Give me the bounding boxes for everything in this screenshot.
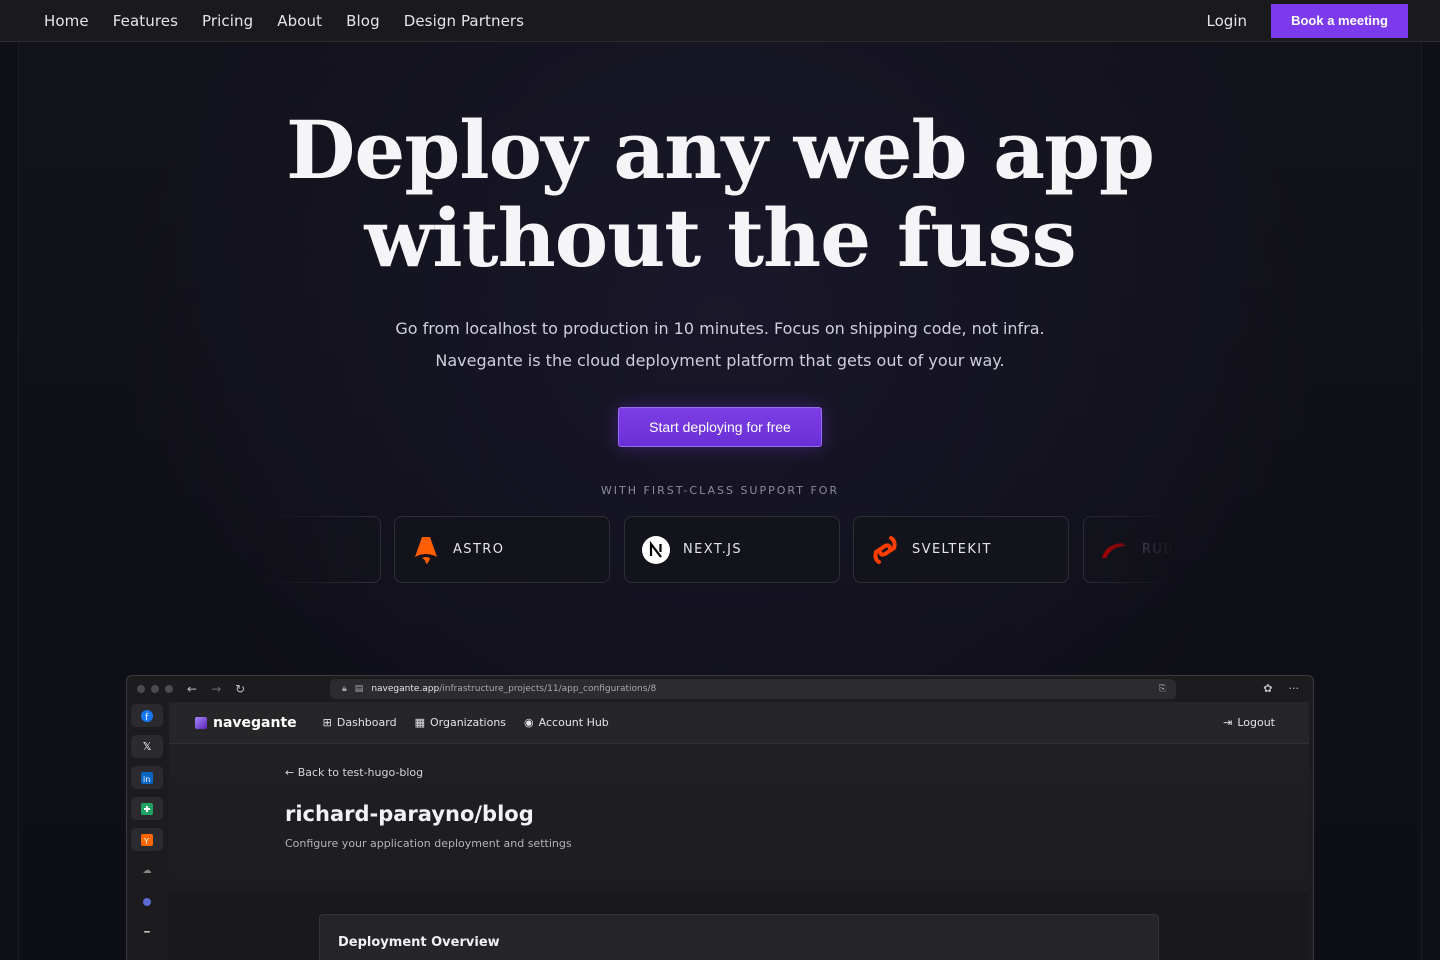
- browser-sidebar: f 𝕏 in Y ☁ ━: [127, 702, 167, 960]
- nav-features-link[interactable]: Features: [113, 12, 178, 30]
- start-deploying-button[interactable]: Start deploying for free: [618, 407, 822, 447]
- extensions-icon[interactable]: ✿: [1263, 682, 1272, 695]
- more-menu-icon[interactable]: ···: [1289, 682, 1300, 695]
- app-organizations-label: Organizations: [429, 716, 507, 729]
- hero-title-line-1: Deploy any web app: [286, 103, 1155, 197]
- nav-actions: Login Book a meeting: [1207, 3, 1408, 38]
- nav-home-link[interactable]: Home: [44, 12, 89, 30]
- app-dashboard-label: Dashboard: [336, 716, 397, 729]
- app-logout-link[interactable]: ⇥ Logout: [1223, 716, 1275, 729]
- browser-toolbar: ← → ↻ 🔒︎ ▤ navegante.app/infrastructure_…: [127, 676, 1313, 702]
- window-close-dot[interactable]: [137, 685, 145, 693]
- site-settings-icon: ▤: [354, 684, 364, 694]
- app-account-hub-link[interactable]: ◉ Account Hub: [524, 716, 609, 729]
- hero-title: Deploy any web app without the fuss: [0, 106, 1440, 282]
- nav-pricing-link[interactable]: Pricing: [202, 12, 253, 30]
- x-icon[interactable]: 𝕏: [131, 735, 163, 758]
- reload-icon[interactable]: ↻: [235, 682, 245, 696]
- login-link[interactable]: Login: [1207, 12, 1247, 30]
- app-logout-label: Logout: [1237, 716, 1275, 729]
- framework-card-astro[interactable]: ASTRO: [394, 516, 610, 583]
- framework-card-sveltekit[interactable]: SVELTEKIT: [853, 516, 1069, 583]
- framework-card-label: SVELTEKIT: [912, 542, 992, 557]
- framework-card-ruby[interactable]: RUBY: [1083, 516, 1299, 583]
- framework-card-partial[interactable]: [165, 516, 381, 583]
- app-navigation: navegante ⊞ Dashboard ▦ Organizations ◉ …: [169, 702, 1309, 744]
- app-dashboard-link[interactable]: ⊞ Dashboard: [323, 716, 397, 729]
- framework-card-label: ASTRO: [453, 542, 505, 557]
- svg-text:in: in: [143, 775, 150, 784]
- nav-links: Home Features Pricing About Blog Design …: [44, 12, 524, 30]
- user-circle-icon: ◉: [524, 716, 534, 729]
- rails-icon: [1100, 535, 1130, 565]
- app-account-hub-label: Account Hub: [538, 716, 609, 729]
- project-header: ← Back to test-hugo-blog richard-parayno…: [169, 744, 1309, 892]
- back-to-project-label: Back to test-hugo-blog: [297, 766, 424, 779]
- browser-window-preview: ← → ↻ 🔒︎ ▤ navegante.app/infrastructure_…: [126, 675, 1314, 960]
- window-zoom-dot[interactable]: [165, 685, 173, 693]
- app-content: navegante ⊞ Dashboard ▦ Organizations ◉ …: [169, 702, 1309, 960]
- navegante-logo-text: navegante: [213, 714, 297, 731]
- hero-subtitle: Go from localhost to production in 10 mi…: [0, 313, 1440, 377]
- svelte-icon: [870, 535, 900, 565]
- nav-about-link[interactable]: About: [277, 12, 322, 30]
- project-content: Deployment Overview: [169, 892, 1309, 960]
- facebook-icon[interactable]: f: [131, 704, 163, 727]
- browser-extra-icons: ✿ ···: [1263, 682, 1299, 695]
- navegante-logo-icon: [195, 716, 207, 729]
- bookmark-icon[interactable]: ⎘: [1159, 684, 1166, 694]
- sheets-icon[interactable]: [131, 797, 163, 820]
- grid-icon: ⊞: [322, 716, 332, 729]
- svg-text:Y: Y: [143, 837, 149, 846]
- dash-icon[interactable]: ━: [131, 921, 163, 944]
- window-controls: [137, 685, 173, 693]
- book-meeting-button[interactable]: Book a meeting: [1271, 3, 1408, 38]
- framework-card-label: NEXT.JS: [683, 542, 743, 557]
- deployment-overview-title: Deployment Overview: [338, 935, 500, 950]
- project-subtitle: Configure your application deployment an…: [285, 837, 572, 850]
- address-bar[interactable]: 🔒︎ ▤ navegante.app/infrastructure_projec…: [330, 679, 1176, 699]
- support-label: WITH FIRST-CLASS SUPPORT FOR: [600, 484, 840, 497]
- cloud-icon[interactable]: ☁: [131, 859, 163, 882]
- back-arrow-icon[interactable]: ←: [187, 682, 197, 696]
- framework-carousel: ASTRO NEXT.JS SVELTEKIT RUBY: [0, 516, 1440, 583]
- planet-icon[interactable]: [131, 890, 163, 913]
- nav-design-partners-link[interactable]: Design Partners: [404, 12, 524, 30]
- hero-title-line-2: without the fuss: [364, 191, 1076, 285]
- lock-icon: 🔒︎: [342, 684, 347, 694]
- framework-card-nextjs[interactable]: NEXT.JS: [624, 516, 840, 583]
- window-minimize-dot[interactable]: [151, 685, 159, 693]
- framework-icon: [182, 535, 212, 565]
- building-icon: ▦: [414, 716, 425, 729]
- nextjs-icon: [641, 535, 671, 565]
- logout-icon: ⇥: [1223, 716, 1233, 729]
- hackernews-icon[interactable]: Y: [131, 828, 163, 851]
- forward-arrow-icon[interactable]: →: [211, 682, 221, 696]
- top-navigation: Home Features Pricing About Blog Design …: [0, 0, 1440, 42]
- navegante-logo[interactable]: navegante: [195, 715, 297, 731]
- framework-card-label: RUBY: [1142, 542, 1183, 557]
- hero-subtitle-line-2: Navegante is the cloud deployment platfo…: [435, 351, 1005, 370]
- nav-blog-link[interactable]: Blog: [346, 12, 380, 30]
- app-organizations-link[interactable]: ▦ Organizations: [415, 716, 506, 729]
- astro-icon: [411, 535, 441, 565]
- linkedin-icon[interactable]: in: [131, 766, 163, 789]
- deployment-overview-card: Deployment Overview: [319, 914, 1159, 960]
- hero-subtitle-line-1: Go from localhost to production in 10 mi…: [395, 319, 1045, 338]
- back-to-project-link[interactable]: ← Back to test-hugo-blog: [285, 766, 423, 779]
- project-title: richard-parayno/blog: [285, 802, 534, 826]
- url-text: navegante.app/infrastructure_projects/11…: [371, 684, 657, 694]
